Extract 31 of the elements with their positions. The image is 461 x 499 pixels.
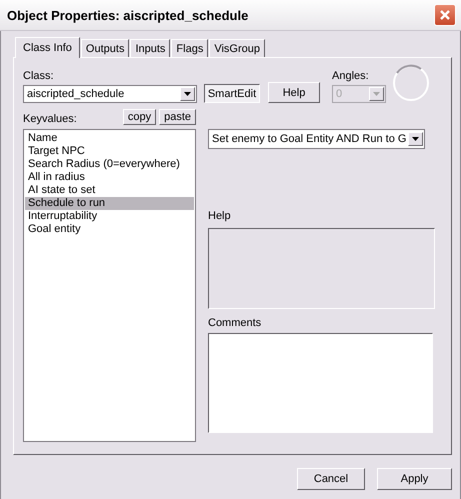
value-dropdown[interactable]: Set enemy to Goal Entity AND Run to G [208, 129, 425, 149]
copy-button[interactable]: copy [122, 109, 156, 125]
tab[interactable]: Class Info [15, 37, 80, 58]
list-item[interactable]: Interruptability [25, 210, 194, 223]
close-button[interactable] [434, 4, 456, 26]
angles-label: Angles: [332, 70, 370, 82]
tab[interactable]: Inputs [130, 39, 170, 57]
keyvalues-label: Keyvalues: [23, 113, 77, 125]
list-item[interactable]: Goal entity [25, 223, 194, 236]
list-item[interactable]: All in radius [25, 171, 194, 184]
paste-button[interactable]: paste [159, 109, 196, 125]
list-item[interactable]: Schedule to run [25, 197, 194, 210]
smartedit-button[interactable]: SmartEdit [204, 84, 260, 103]
list-item[interactable]: Target NPC [25, 145, 194, 158]
list-item[interactable]: Search Radius (0=everywhere) [25, 158, 194, 171]
help-button[interactable]: Help [268, 82, 320, 103]
window-title: Object Properties: aiscripted_schedule [7, 8, 248, 22]
tab[interactable]: Outputs [80, 39, 130, 57]
angle-dial-icon[interactable] [392, 64, 430, 102]
list-item[interactable]: AI state to set [25, 184, 194, 197]
dialog-button[interactable]: Apply [377, 468, 452, 490]
tab[interactable]: Flags [171, 39, 208, 57]
comments-field[interactable] [208, 333, 433, 433]
close-icon[interactable] [439, 9, 451, 21]
class-label: Class: [23, 70, 55, 82]
comments-label: Comments [208, 317, 262, 329]
class-dropdown[interactable]: aiscripted_schedule [23, 85, 197, 103]
tab[interactable]: VisGroup [209, 39, 265, 57]
dialog-button[interactable]: Cancel [297, 468, 365, 490]
help-label: Help [208, 210, 232, 222]
list-item[interactable]: Name [25, 132, 194, 145]
